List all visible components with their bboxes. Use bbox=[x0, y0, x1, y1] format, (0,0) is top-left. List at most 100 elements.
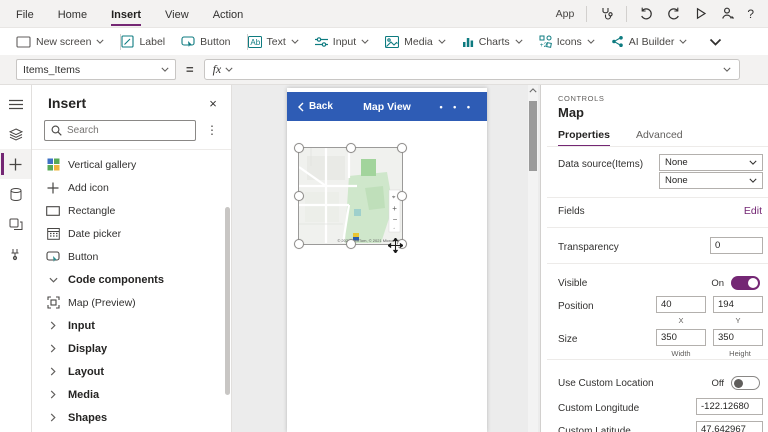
insert-section-layout[interactable]: Layout bbox=[32, 360, 231, 383]
divider bbox=[626, 6, 627, 22]
insert-item-vertical-gallery[interactable]: Vertical gallery bbox=[32, 153, 231, 176]
insert-section-media[interactable]: Media bbox=[32, 383, 231, 406]
insert-panel-title: Insert bbox=[48, 95, 86, 111]
x-caption: X bbox=[669, 316, 693, 325]
insert-item-add-icon[interactable]: Add icon bbox=[32, 176, 231, 199]
rail-insert[interactable] bbox=[0, 149, 31, 179]
size-width-input[interactable] bbox=[656, 329, 706, 346]
search-input[interactable] bbox=[67, 125, 189, 136]
custom-latitude-label: Custom Latitude bbox=[558, 426, 631, 432]
fields-edit-link[interactable]: Edit bbox=[744, 205, 762, 217]
scroll-up-icon[interactable] bbox=[528, 88, 538, 93]
resize-handle-top-left[interactable] bbox=[294, 143, 304, 153]
resize-handle-top[interactable] bbox=[346, 143, 356, 153]
divider bbox=[547, 359, 768, 360]
size-height-input[interactable] bbox=[713, 329, 763, 346]
insert-search-box[interactable] bbox=[44, 120, 196, 141]
chevron-right-icon bbox=[45, 344, 61, 353]
help-icon[interactable]: ? bbox=[747, 7, 754, 21]
y-caption: Y bbox=[726, 316, 750, 325]
resize-handle-right[interactable] bbox=[397, 191, 407, 201]
play-icon[interactable] bbox=[693, 6, 708, 21]
controls-breadcrumb: CONTROLS bbox=[558, 94, 604, 103]
app-checker-icon[interactable] bbox=[599, 6, 614, 21]
undo-icon[interactable] bbox=[639, 6, 654, 21]
button-button[interactable]: Button bbox=[181, 35, 230, 48]
redo-icon[interactable] bbox=[666, 6, 681, 21]
position-x-input[interactable] bbox=[656, 296, 706, 313]
layers-icon bbox=[9, 128, 23, 141]
insert-item-button[interactable]: Button bbox=[32, 245, 231, 268]
insert-item-date-picker[interactable]: Date picker bbox=[32, 222, 231, 245]
custom-longitude-input[interactable] bbox=[696, 398, 763, 415]
tab-advanced[interactable]: Advanced bbox=[636, 129, 683, 147]
resize-handle-bottom-left[interactable] bbox=[294, 239, 304, 249]
rail-media[interactable] bbox=[0, 209, 31, 239]
svg-text:+: + bbox=[392, 204, 397, 213]
resize-handle-bottom[interactable] bbox=[346, 239, 356, 249]
divider bbox=[586, 6, 587, 22]
formula-input-box[interactable]: fx bbox=[204, 59, 740, 80]
share-person-icon[interactable] bbox=[720, 6, 735, 21]
property-selector[interactable]: Items_Items bbox=[16, 59, 176, 80]
label-button[interactable]: Label bbox=[121, 35, 165, 48]
menu-insert[interactable]: Insert bbox=[111, 2, 141, 26]
close-icon[interactable]: × bbox=[205, 95, 221, 111]
code-component-icon bbox=[45, 296, 61, 309]
rail-screens[interactable] bbox=[0, 119, 31, 149]
new-screen-button[interactable]: New screen bbox=[16, 36, 104, 48]
ellipsis-icon[interactable]: • • • bbox=[440, 102, 474, 112]
width-caption: Width bbox=[669, 349, 693, 358]
insert-section-display[interactable]: Display bbox=[32, 337, 231, 360]
input-menu[interactable]: Input bbox=[315, 36, 369, 48]
divider bbox=[547, 146, 768, 147]
screens-icon bbox=[9, 218, 23, 231]
use-custom-location-toggle[interactable] bbox=[731, 376, 760, 390]
insert-section-input[interactable]: Input bbox=[32, 314, 231, 337]
rail-tree-view[interactable] bbox=[0, 89, 31, 119]
charts-menu[interactable]: Charts bbox=[462, 36, 523, 48]
rail-data[interactable] bbox=[0, 179, 31, 209]
more-options-icon[interactable]: ⋮ bbox=[206, 123, 218, 137]
toolbar-overflow-button[interactable] bbox=[709, 38, 722, 46]
rail-advanced-tools[interactable] bbox=[0, 239, 31, 269]
transparency-input[interactable] bbox=[710, 237, 763, 254]
fx-menu[interactable]: fx bbox=[213, 62, 234, 77]
insert-section-code-components[interactable]: Code components bbox=[32, 268, 231, 291]
position-y-input[interactable] bbox=[713, 296, 763, 313]
chevron-down-icon bbox=[161, 67, 169, 72]
app-screen[interactable]: Back Map View • • • bbox=[287, 88, 487, 432]
hamburger-icon bbox=[9, 99, 23, 110]
visible-toggle[interactable] bbox=[731, 276, 760, 290]
database-icon bbox=[10, 188, 22, 201]
insert-section-shapes[interactable]: Shapes bbox=[32, 406, 231, 429]
canvas-scrollbar[interactable] bbox=[528, 85, 538, 432]
media-menu[interactable]: Media bbox=[385, 36, 446, 48]
resize-handle-left[interactable] bbox=[294, 191, 304, 201]
ai-builder-menu[interactable]: AI Builder bbox=[611, 35, 688, 48]
visible-state-label: On bbox=[711, 278, 724, 289]
menu-view[interactable]: View bbox=[165, 2, 189, 26]
icons-menu[interactable]: +2 Icons bbox=[539, 35, 595, 48]
insert-item-map-preview[interactable]: Map (Preview) bbox=[32, 291, 231, 314]
map-control-selected[interactable]: ⌖ + − ◦ © 2021 TomTom, © 2021 Microsoft bbox=[298, 147, 403, 245]
canvas-scrollbar-thumb[interactable] bbox=[529, 101, 537, 171]
menu-home[interactable]: Home bbox=[58, 2, 87, 26]
menu-action[interactable]: Action bbox=[213, 2, 244, 26]
chevron-down-icon bbox=[749, 178, 757, 183]
menu-file[interactable]: File bbox=[16, 2, 34, 26]
text-menu[interactable]: Ab Text bbox=[248, 36, 299, 48]
insert-panel-scrollbar[interactable] bbox=[225, 207, 230, 395]
input-icon bbox=[315, 36, 328, 48]
resize-handle-top-right[interactable] bbox=[397, 143, 407, 153]
insert-item-rectangle[interactable]: Rectangle bbox=[32, 199, 231, 222]
chevron-down-icon bbox=[679, 39, 687, 44]
search-icon bbox=[51, 125, 62, 136]
data-source-select-2[interactable]: None bbox=[659, 172, 763, 189]
tab-properties[interactable]: Properties bbox=[558, 129, 610, 147]
formula-expand-chevron-icon[interactable] bbox=[723, 67, 731, 72]
data-source-select-1[interactable]: None bbox=[659, 154, 763, 171]
custom-latitude-input[interactable] bbox=[696, 421, 763, 432]
position-label: Position bbox=[558, 301, 594, 312]
formula-input[interactable] bbox=[241, 60, 722, 79]
